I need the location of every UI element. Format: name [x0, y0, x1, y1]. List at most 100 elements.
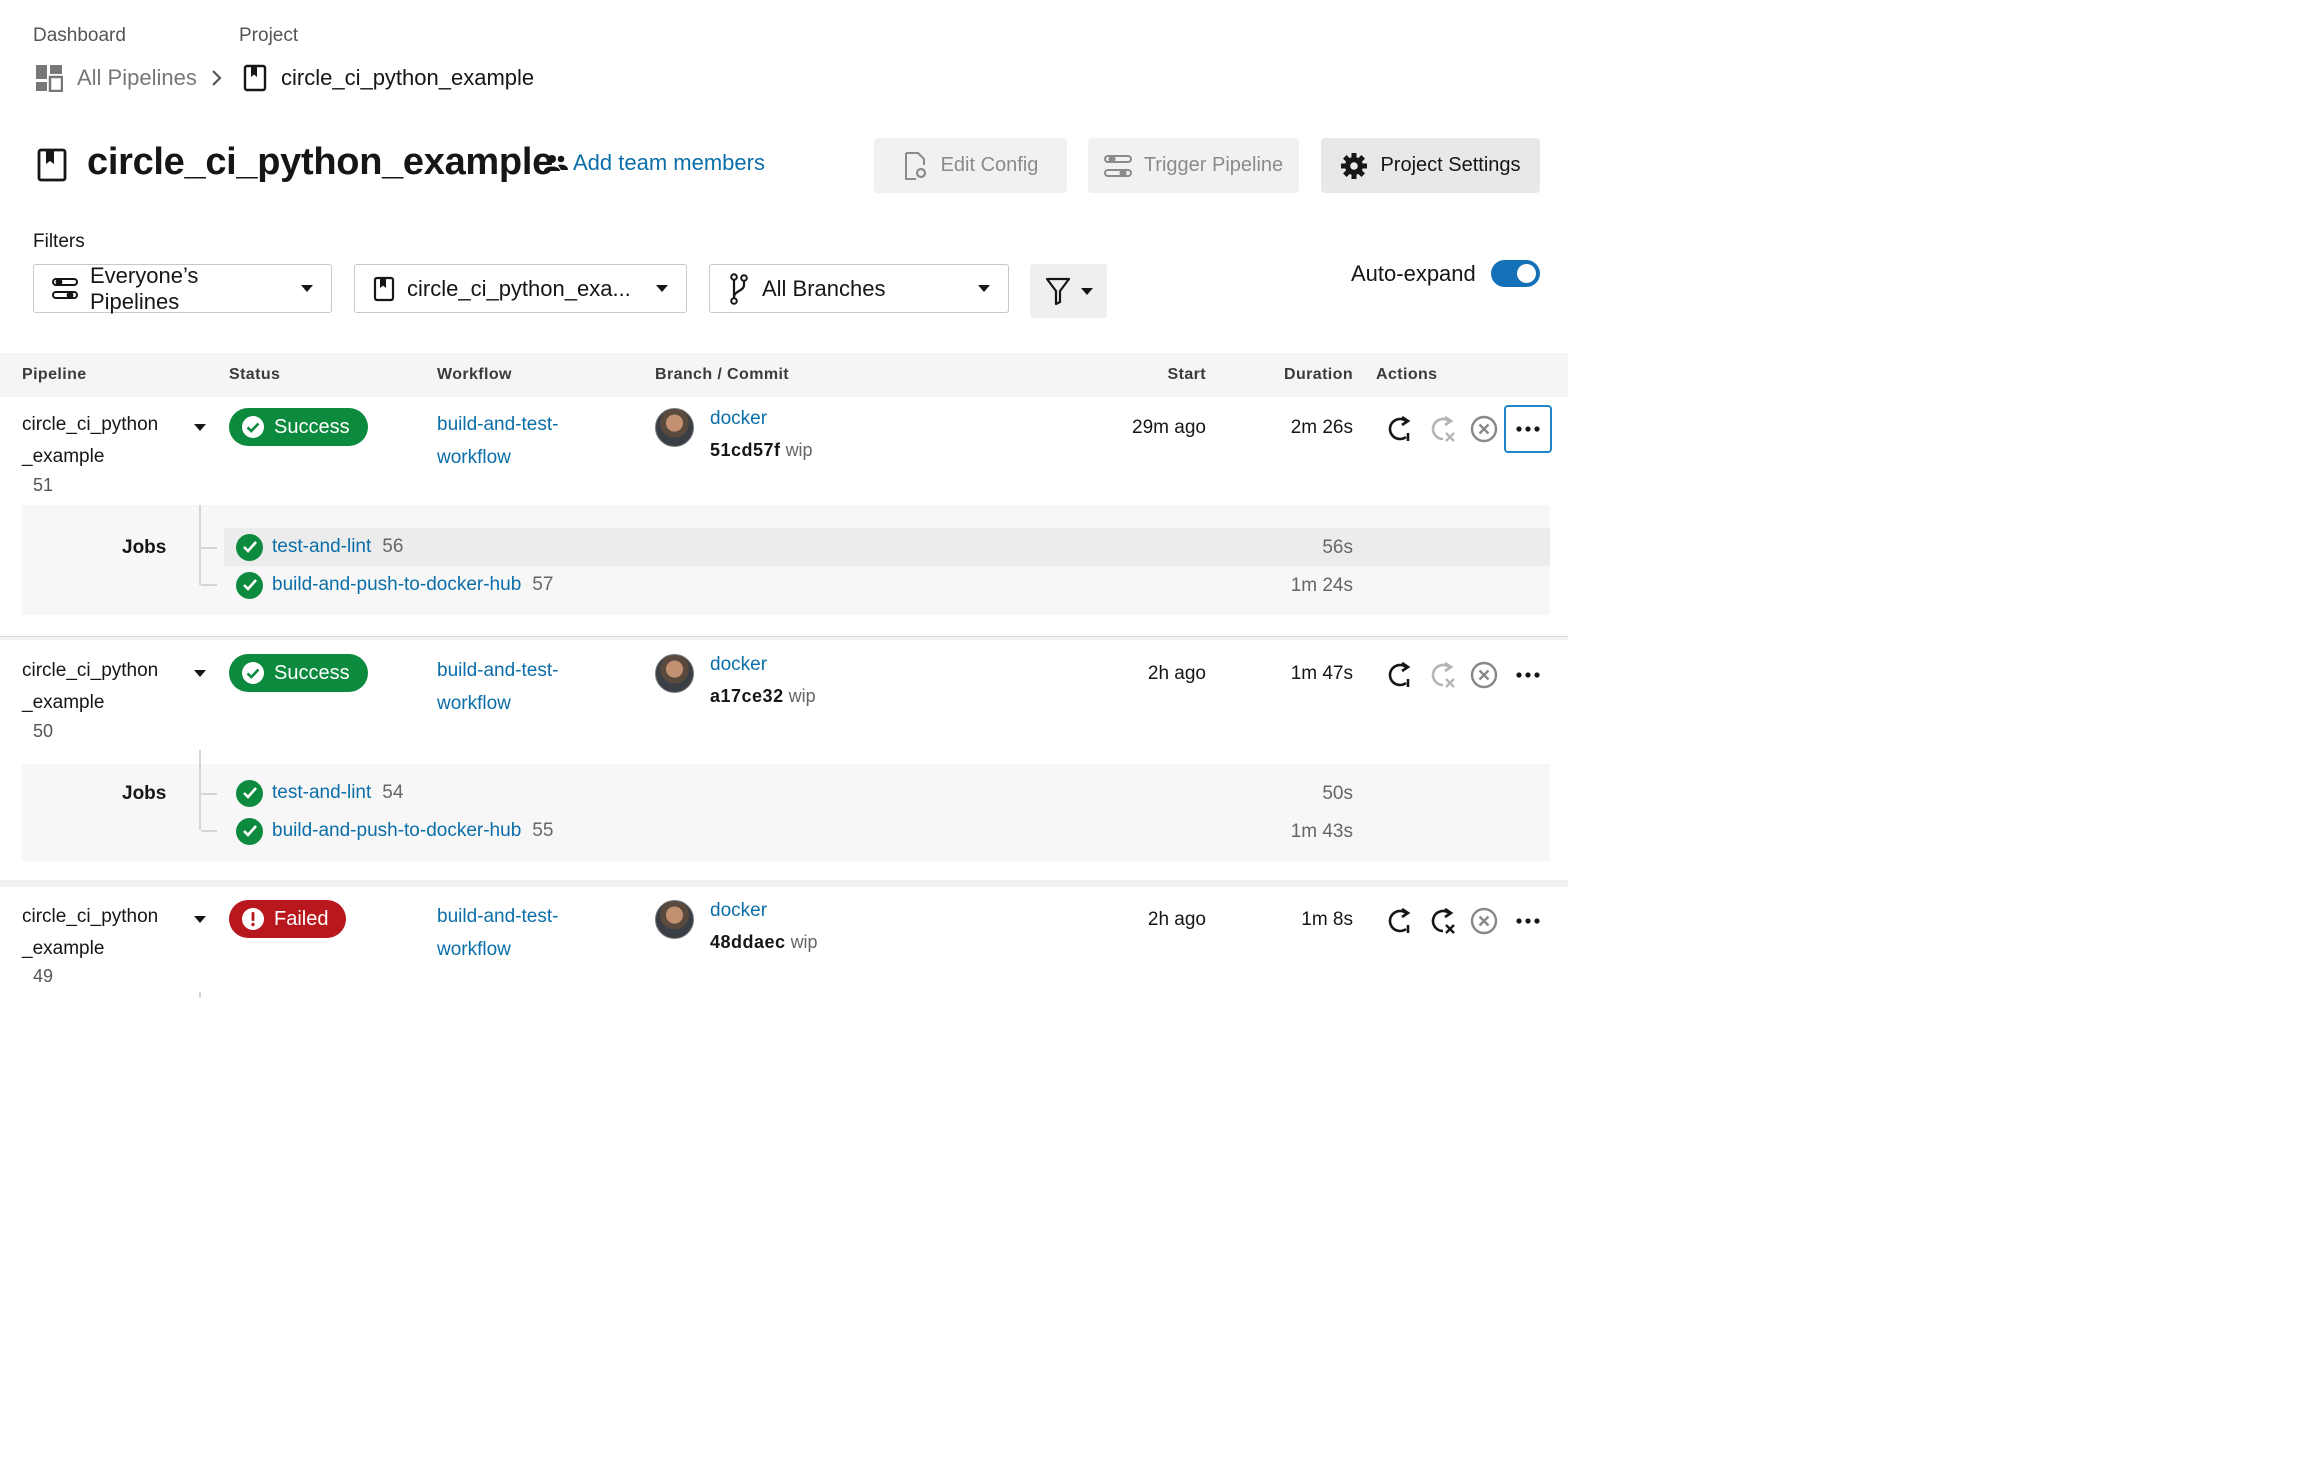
auto-expand-toggle[interactable]: [1491, 260, 1540, 287]
trigger-pipeline-button[interactable]: Trigger Pipeline: [1088, 138, 1299, 193]
rerun-failed-icon[interactable]: [1425, 905, 1457, 937]
status-label: Success: [274, 415, 350, 438]
pipeline-name-line2: _example: [22, 692, 105, 713]
avatar: [655, 900, 694, 939]
funnel-icon: [1045, 276, 1071, 306]
status-badge[interactable]: Failed: [229, 900, 347, 938]
branch-link[interactable]: docker: [710, 408, 767, 430]
breadcrumb-project[interactable]: circle_ci_python_example: [243, 64, 534, 92]
workflow-link[interactable]: build-and-test- workflow: [437, 900, 558, 966]
project-settings-label: Project Settings: [1380, 154, 1521, 176]
add-team-members-link[interactable]: Add team members: [544, 150, 765, 176]
branch-link[interactable]: docker: [710, 900, 767, 922]
advanced-filter-button[interactable]: [1030, 264, 1107, 318]
commit-info[interactable]: a17ce32 wip: [710, 686, 816, 707]
pipeline-number: 50: [33, 721, 54, 741]
expand-toggle-icon[interactable]: [194, 916, 206, 923]
workflow-line1: build-and-test-: [437, 414, 559, 435]
breadcrumb-project-label: circle_ci_python_example: [281, 65, 535, 90]
status-badge[interactable]: Success: [229, 408, 368, 446]
rerun-icon[interactable]: [1382, 413, 1414, 445]
check-circle-icon: [236, 817, 263, 845]
gear-icon: [1340, 152, 1380, 180]
branch-filter-dropdown[interactable]: All Branches: [709, 264, 1009, 313]
commit-hash: 48ddaec: [710, 932, 786, 952]
breadcrumb-all-pipelines[interactable]: All Pipelines: [35, 64, 197, 92]
tree-branch: [201, 793, 217, 795]
workflow-line2: workflow: [437, 939, 511, 960]
trigger-pipeline-label: Trigger Pipeline: [1143, 154, 1284, 176]
more-icon[interactable]: [1506, 653, 1550, 697]
edit-config-button[interactable]: Edit Config: [874, 138, 1067, 193]
alert-circle-icon: [242, 908, 264, 930]
expand-toggle-icon[interactable]: [194, 424, 206, 431]
status-badge[interactable]: Success: [229, 654, 368, 692]
tree-line: [199, 750, 201, 830]
job-name: build-and-push-to-docker-hub: [272, 820, 522, 841]
pipeline-name-line1: circle_ci_python: [22, 414, 159, 435]
col-pipeline: Pipeline: [22, 366, 87, 383]
pipeline-name-link[interactable]: circle_ci_python _example: [22, 655, 158, 719]
workflow-line2: workflow: [437, 447, 511, 468]
commit-info[interactable]: 51cd57f wip: [710, 440, 813, 461]
job-number: 57: [532, 574, 554, 595]
workflow-line1: build-and-test-: [437, 660, 559, 681]
commit-message: wip: [788, 686, 816, 706]
bookmark-icon: [243, 64, 267, 92]
more-icon[interactable]: [1504, 405, 1552, 453]
check-circle-icon: [236, 779, 263, 807]
job-duration: 56s: [1322, 537, 1353, 558]
pipeline-name-line2: _example: [22, 938, 105, 959]
duration: 1m 47s: [1290, 663, 1353, 684]
branch-link[interactable]: docker: [710, 654, 767, 676]
rerun-icon[interactable]: [1382, 659, 1414, 691]
project-settings-button[interactable]: Project Settings: [1321, 138, 1540, 193]
col-duration: Duration: [1284, 366, 1353, 383]
sliders-icon: [52, 277, 78, 301]
pipeline-name-line2: _example: [22, 446, 105, 467]
breadcrumb-dashboard-heading: Dashboard: [33, 25, 126, 46]
check-circle-icon: [236, 533, 263, 561]
cancel-icon[interactable]: [1468, 659, 1500, 691]
chevron-right-icon: [209, 68, 225, 93]
jobs-label: Jobs: [122, 537, 167, 558]
rerun-failed-icon: [1425, 659, 1457, 691]
commit-message: wip: [785, 440, 813, 460]
git-branch-icon: [728, 272, 750, 305]
job-number: 55: [532, 820, 554, 841]
branch-filter-value: All Branches: [762, 275, 886, 301]
project-filter-dropdown[interactable]: circle_ci_python_exa...: [354, 264, 687, 313]
expand-toggle-icon[interactable]: [194, 670, 206, 677]
check-circle-icon: [242, 662, 264, 684]
add-team-members-label: Add team members: [573, 150, 765, 175]
tree-line: [199, 505, 201, 585]
workflow-link[interactable]: build-and-test- workflow: [437, 408, 558, 474]
breadcrumb-all-pipelines-label: All Pipelines: [77, 65, 197, 90]
pipeline-name-link[interactable]: circle_ci_python _example: [22, 901, 158, 965]
cancel-icon[interactable]: [1468, 413, 1500, 445]
tree-line: [199, 992, 201, 998]
col-actions: Actions: [1376, 366, 1438, 383]
breadcrumb-project-heading: Project: [239, 25, 299, 46]
page-title: circle_ci_python_example: [87, 141, 553, 183]
col-workflow: Workflow: [437, 366, 512, 383]
col-status: Status: [229, 366, 281, 383]
pipelines-filter-dropdown[interactable]: Everyone’s Pipelines: [33, 263, 332, 314]
tree-branch: [201, 584, 217, 586]
job-name: build-and-push-to-docker-hub: [272, 574, 522, 595]
commit-message: wip: [790, 932, 818, 952]
job-number: 54: [382, 782, 404, 803]
duration: 1m 8s: [1301, 909, 1353, 930]
rerun-icon[interactable]: [1382, 905, 1414, 937]
avatar: [655, 654, 694, 693]
status-label: Failed: [274, 907, 329, 930]
cancel-icon[interactable]: [1468, 905, 1500, 937]
commit-info[interactable]: 48ddaec wip: [710, 932, 818, 953]
pipeline-name-link[interactable]: circle_ci_python _example: [22, 409, 158, 473]
start-time: 29m ago: [1132, 417, 1206, 438]
more-icon[interactable]: [1506, 899, 1550, 943]
col-branch-commit: Branch / Commit: [655, 366, 790, 383]
workflow-link[interactable]: build-and-test- workflow: [437, 654, 558, 720]
commit-hash: 51cd57f: [710, 440, 781, 460]
dashboard-grid-icon: [35, 64, 63, 92]
